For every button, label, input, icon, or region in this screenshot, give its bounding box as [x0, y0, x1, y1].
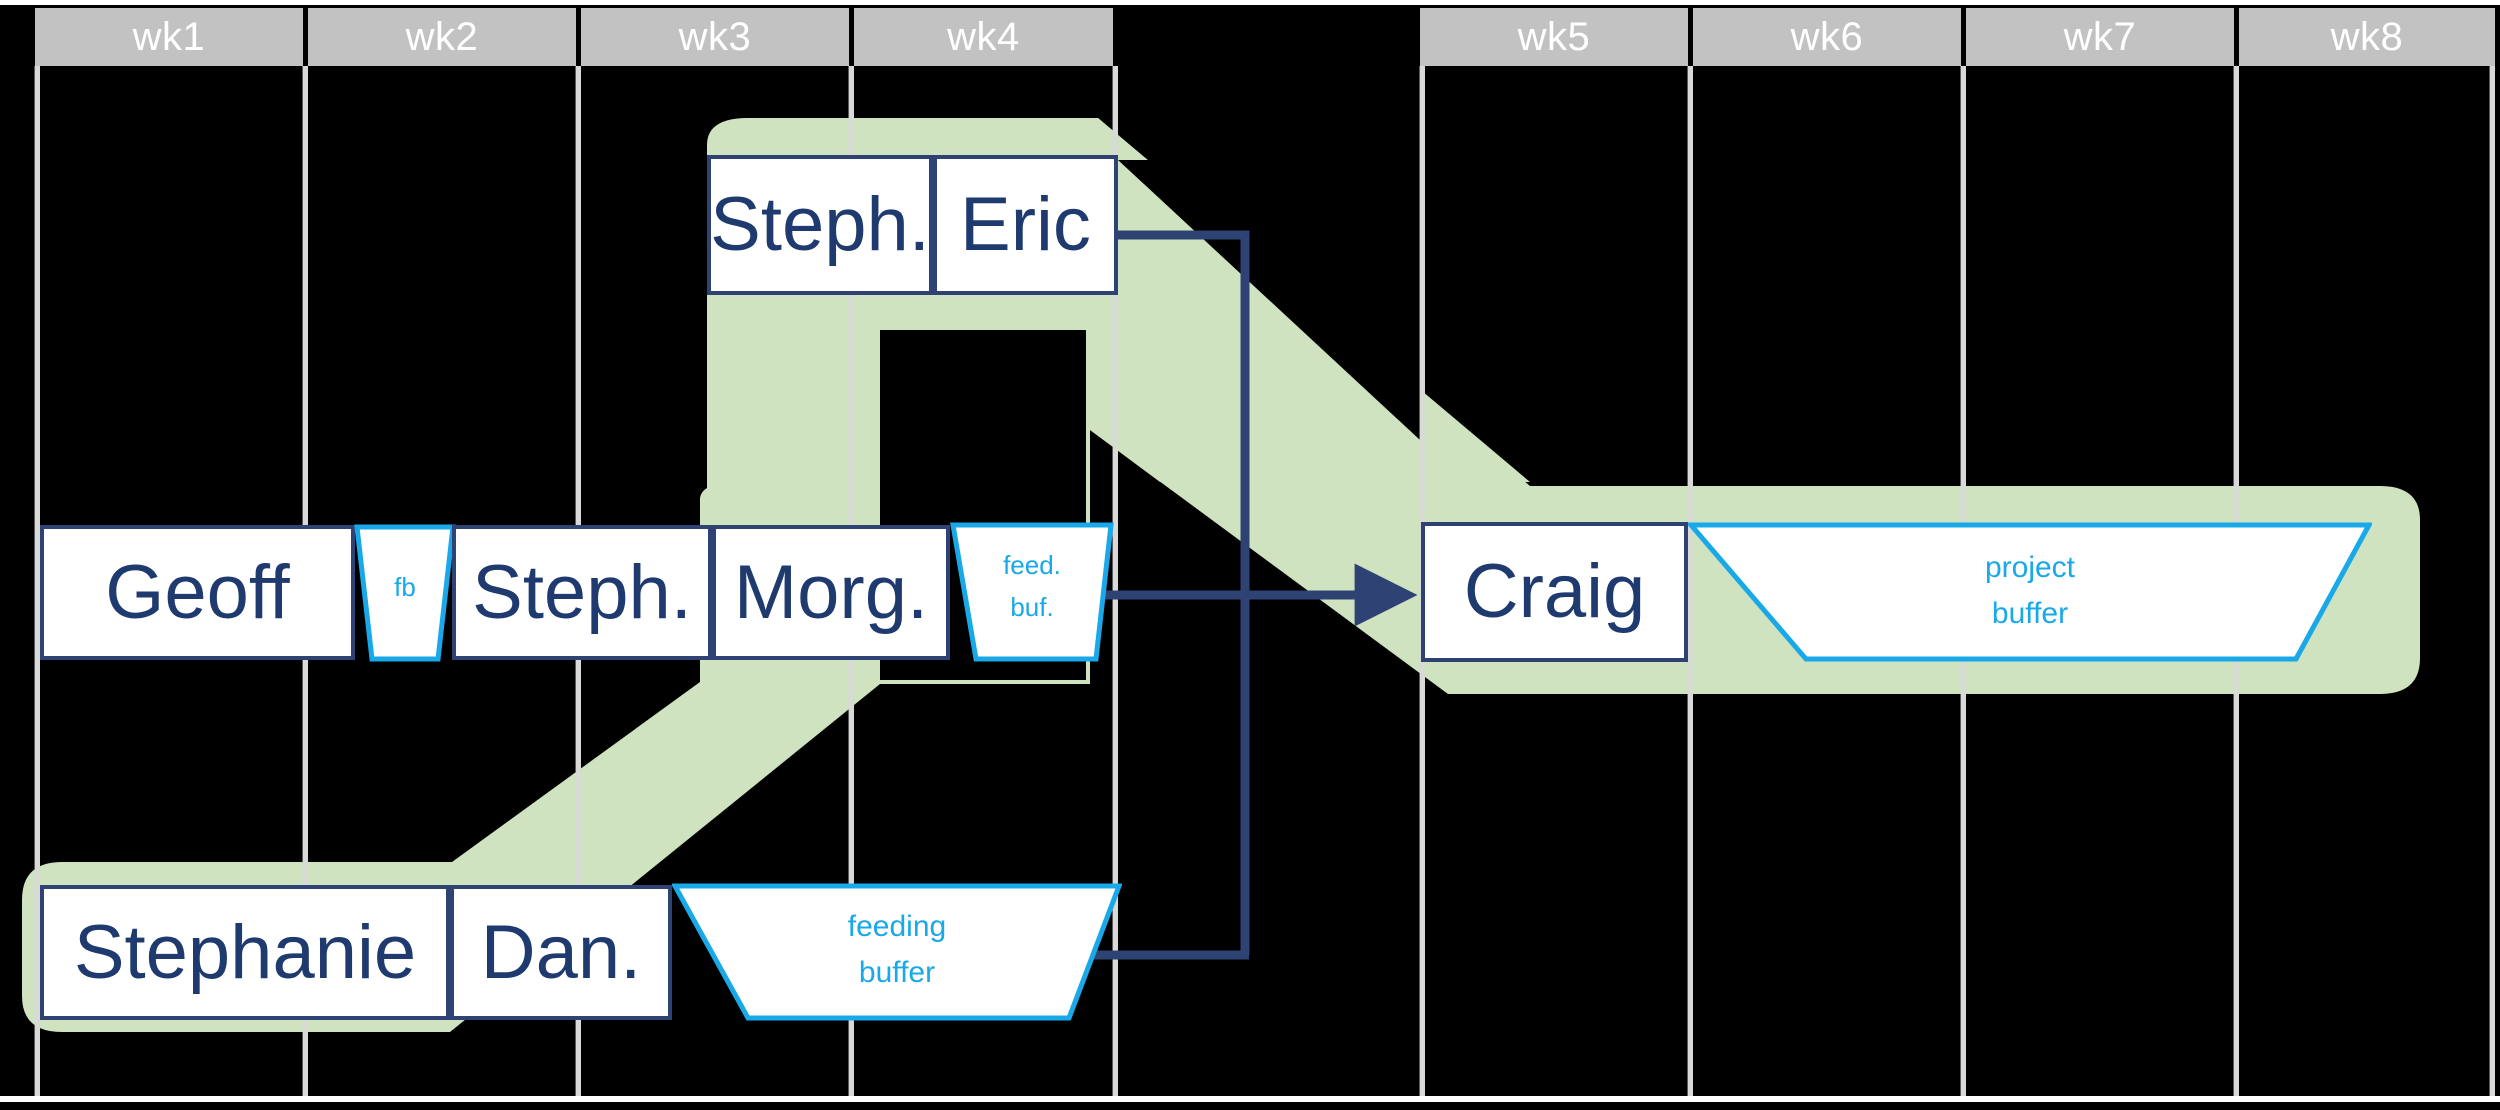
header-cell-wk3[interactable]: wk3	[581, 8, 849, 66]
header-label-wk5: wk5	[1517, 14, 1591, 59]
task-box-geoff[interactable]: Geoff	[40, 525, 355, 660]
task-box-steph-top[interactable]: Steph.	[707, 155, 933, 295]
header-label-wk3: wk3	[678, 14, 752, 59]
task-box-dan[interactable]: Dan.	[450, 885, 672, 1020]
grid-line-9	[2490, 66, 2495, 1096]
header-cell-wk4[interactable]: wk4	[854, 8, 1113, 66]
header-label-wk2: wk2	[405, 14, 479, 59]
buffer-project[interactable]: project buffer	[1688, 521, 2372, 663]
header-label-wk4: wk4	[947, 14, 1020, 59]
task-box-steph-mid[interactable]: Steph.	[452, 525, 712, 660]
task-label-steph-top: Steph.	[710, 182, 930, 267]
task-box-craig[interactable]: Craig	[1421, 522, 1688, 662]
buffer-feeding[interactable]: feeding buffer	[672, 882, 1122, 1022]
task-label-eric: Eric	[960, 182, 1091, 267]
task-label-morg: Morg.	[733, 549, 929, 635]
header-cell-wk8[interactable]: wk8	[2239, 8, 2495, 66]
buffer-fb[interactable]: fb	[352, 523, 458, 663]
header-cell-wk2[interactable]: wk2	[308, 8, 576, 66]
task-box-stephanie[interactable]: Stephanie	[40, 885, 450, 1020]
buffer-feed-buf[interactable]: feed. buf.	[948, 521, 1116, 663]
task-box-eric[interactable]: Eric	[933, 155, 1118, 295]
header-label-wk8: wk8	[2330, 14, 2404, 59]
header-label-wk6: wk6	[1790, 14, 1864, 59]
header-label-wk7: wk7	[2063, 14, 2137, 59]
frame-bottom-rule	[0, 1096, 2500, 1102]
header-cell-wk5[interactable]: wk5	[1420, 8, 1688, 66]
task-box-morg[interactable]: Morg.	[712, 525, 950, 660]
task-label-steph-mid: Steph.	[472, 549, 692, 635]
task-label-stephanie: Stephanie	[73, 909, 417, 995]
header-cell-wk1[interactable]: wk1	[35, 8, 303, 66]
gantt-canvas: wk1 wk2 wk3 wk4 wk5 wk6 wk7 wk8 Steph. E…	[0, 0, 2500, 1110]
header-label-wk1: wk1	[132, 14, 206, 59]
header-cell-wk6[interactable]: wk6	[1693, 8, 1961, 66]
task-label-craig: Craig	[1463, 549, 1646, 634]
task-label-geoff: Geoff	[105, 549, 290, 635]
task-label-dan: Dan.	[480, 909, 642, 995]
frame-top-rule	[0, 0, 2500, 5]
header-cell-wk7[interactable]: wk7	[1966, 8, 2234, 66]
